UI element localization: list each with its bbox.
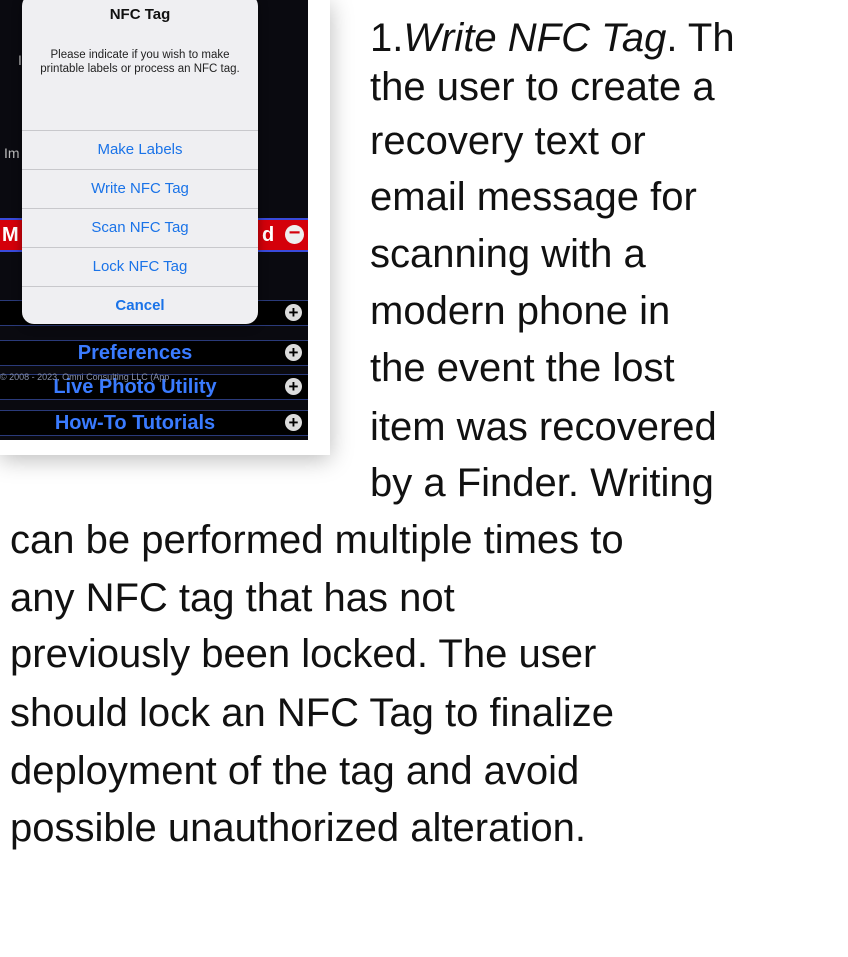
text-line: email message for (370, 175, 697, 219)
term-write-nfc-tag: Write NFC Tag (403, 16, 667, 60)
plus-circle-icon[interactable]: + (285, 414, 302, 431)
text-line: any NFC tag that has not (10, 576, 455, 620)
menu-item-preferences[interactable]: Preferences + (0, 340, 308, 366)
text-line: deployment of the tag and avoid (10, 749, 580, 793)
alert-title: NFC Tag (109, 6, 171, 23)
text-line: possible unauthorized alteration. (10, 806, 586, 850)
text-line: can be performed multiple times to (10, 518, 624, 562)
make-labels-button[interactable]: Make Labels (22, 130, 258, 169)
text-line: scanning with a (370, 232, 646, 276)
alert-message: Please indicate if you wish to make prin… (40, 49, 240, 75)
phone-screen: I Im M d − + Preferences + Live Photo Ut… (0, 0, 308, 440)
app-screenshot: I Im M d − + Preferences + Live Photo Ut… (0, 0, 330, 455)
cancel-button[interactable]: Cancel (22, 286, 258, 324)
menu-item-label: Preferences (77, 342, 193, 364)
text-line: the user to create a (370, 65, 715, 109)
plus-circle-icon[interactable]: + (285, 344, 302, 361)
red-bar-right-text: d (262, 224, 275, 246)
plus-circle-icon[interactable]: + (285, 304, 302, 321)
text-line: modern phone in (370, 289, 671, 333)
text-line: item was recovered (370, 405, 717, 449)
text-line: should lock an NFC Tag to finalize (10, 691, 615, 735)
red-bar-left-text: M (2, 224, 19, 246)
text-line: recovery text or (370, 119, 646, 163)
background-letter: Im (4, 145, 20, 161)
scan-nfc-tag-button[interactable]: Scan NFC Tag (22, 208, 258, 247)
text-line: the event the lost (370, 346, 675, 390)
lock-nfc-tag-button[interactable]: Lock NFC Tag (22, 247, 258, 286)
menu-item-how-to-tutorials[interactable]: How-To Tutorials + (0, 410, 308, 436)
menu-item-label: How-To Tutorials (54, 412, 216, 434)
text-line: 1.Write NFC Tag. Th (370, 14, 735, 63)
text-line: by a Finder. Writing (370, 461, 714, 505)
nfc-tag-alert: NFC Tag Please indicate if you wish to m… (22, 0, 258, 324)
copyright-text: © 2008 - 2023, Omni Consulting LLC (App (0, 372, 170, 382)
minus-circle-icon[interactable]: − (285, 223, 304, 244)
write-nfc-tag-button[interactable]: Write NFC Tag (22, 169, 258, 208)
list-number: 1. (370, 16, 404, 60)
text-line: previously been locked. The user (10, 632, 597, 676)
text-fragment: . Th (666, 16, 735, 60)
